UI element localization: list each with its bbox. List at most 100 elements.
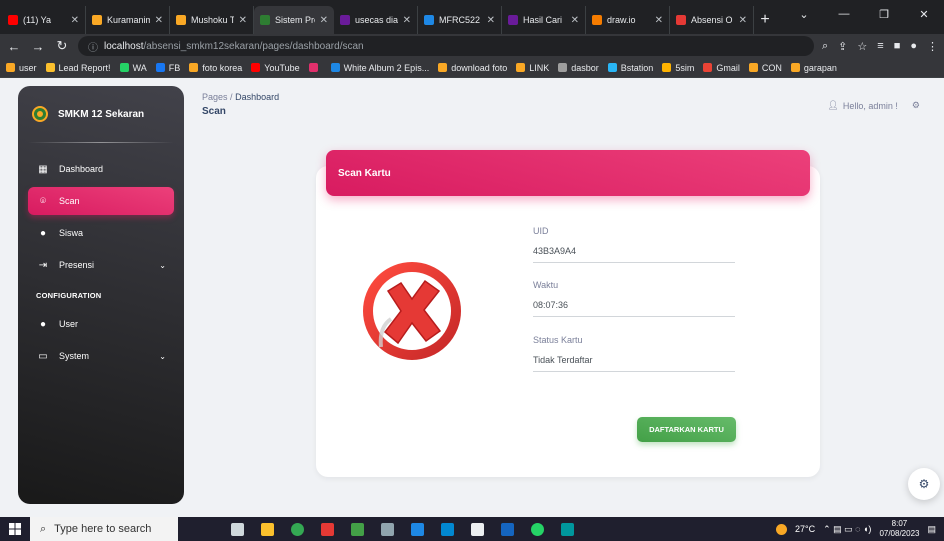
whatsapp-icon[interactable] (524, 517, 550, 541)
taskbar-search[interactable]: ⌕ Type here to search (30, 517, 178, 541)
uid-value: 43B3A9A4 (533, 246, 735, 263)
tab-close-icon[interactable]: ✕ (71, 15, 79, 26)
bookmark-label: Lead Report! (58, 62, 111, 73)
register-card-button[interactable]: DAFTARKAN KARTU (637, 417, 736, 442)
bookmark-1[interactable]: Lead Report! (45, 62, 111, 73)
bookmark-3[interactable]: FB (155, 63, 180, 73)
share-icon[interactable]: ⇪ (838, 40, 847, 53)
sidepanel-icon[interactable]: ■ (894, 40, 901, 53)
browser-tab-3[interactable]: Sistem Pre ✕ (254, 6, 334, 34)
tab-close-icon[interactable]: ✕ (239, 15, 247, 26)
tab-close-icon[interactable]: ✕ (487, 15, 495, 26)
app-icon-1[interactable] (314, 517, 340, 541)
breadcrumb-current: Dashboard (235, 92, 280, 102)
bookmark-4[interactable]: foto korea (189, 63, 242, 73)
maximize-button[interactable]: ❐ (864, 0, 904, 28)
settings-gear-icon[interactable]: ⚙ (912, 100, 920, 111)
app-icon-4[interactable] (404, 517, 430, 541)
bookmark-label: download foto (451, 62, 508, 73)
minimize-button[interactable]: — (824, 0, 864, 28)
tray-icons[interactable]: ⌃ ▤ ▭ ◌ ◖) (823, 524, 871, 535)
search-icon: ⌕ (40, 522, 47, 535)
status-label: Status Kartu (533, 335, 583, 345)
chrome-icon[interactable] (284, 517, 310, 541)
new-tab-button[interactable]: + (754, 6, 776, 34)
bookmark-12[interactable]: 5sim (662, 63, 694, 73)
file-explorer-icon[interactable] (254, 517, 280, 541)
tab-close-icon[interactable]: ✕ (320, 15, 328, 26)
profile-avatar[interactable]: ● (910, 40, 917, 53)
bookmark-10[interactable]: dasbor (558, 63, 599, 73)
bookmark-9[interactable]: LINK (516, 63, 549, 73)
tab-close-icon[interactable]: ✕ (655, 15, 663, 26)
brand[interactable]: SMKM 12 Sekaran (28, 86, 174, 142)
browser-tab-4[interactable]: usecas dia ✕ (334, 6, 418, 34)
app-icon-3[interactable] (374, 517, 400, 541)
chevron-down-icon: ⌄ (159, 260, 166, 270)
app-icon-2[interactable] (344, 517, 370, 541)
bookmark-13[interactable]: Gmail (703, 63, 740, 73)
sidebar-item-scan[interactable]: ⌾ Scan (28, 187, 174, 215)
bookmark-5[interactable]: YouTube (251, 62, 300, 73)
tab-close-icon[interactable]: ✕ (155, 15, 163, 26)
uid-label: UID (533, 226, 549, 236)
app-icon-5[interactable] (464, 517, 490, 541)
bookmark-6[interactable] (308, 63, 322, 72)
bookmark-15[interactable]: garapan (790, 63, 837, 73)
breadcrumb-pages[interactable]: Pages (202, 92, 228, 102)
browser-tab-5[interactable]: MFRC522 ✕ (418, 6, 502, 34)
temperature[interactable]: 27°C (795, 524, 815, 534)
bookmark-0[interactable]: user (6, 63, 37, 73)
sidebar-item-user[interactable]: ● User (28, 310, 174, 338)
forward-arrow-icon[interactable]: → (30, 39, 46, 54)
bookmark-label: LINK (529, 62, 550, 73)
browser-tab-0[interactable]: (11) Ya ✕ (2, 6, 86, 34)
tab-favicon-icon (260, 15, 270, 25)
browser-tab-1[interactable]: Kuramanime ✕ (86, 6, 170, 34)
bookmark-icon (703, 63, 713, 72)
bookmark-8[interactable]: download foto (438, 63, 507, 73)
word-icon[interactable] (494, 517, 520, 541)
brand-name: SMKM 12 Sekaran (58, 108, 145, 120)
browser-tab-2[interactable]: Mushoku T ✕ (170, 6, 254, 34)
vscode-icon[interactable] (434, 517, 460, 541)
settings-fab-gear-icon[interactable]: ⚙ (908, 468, 940, 500)
clock[interactable]: 8:07 07/08/2023 (879, 519, 919, 539)
reload-icon[interactable]: ↻ (54, 38, 70, 54)
zoom-icon[interactable]: ⌕ (822, 40, 828, 53)
windows-start-icon[interactable] (0, 517, 30, 541)
notification-icon[interactable]: ▤ (927, 524, 936, 535)
window-controls: ⌄ — ❐ ✕ (784, 0, 944, 28)
task-view-icon[interactable] (224, 517, 250, 541)
arduino-icon[interactable] (554, 517, 580, 541)
bookmark-2[interactable]: WA (119, 63, 147, 73)
reading-list-icon[interactable]: ≡ (877, 40, 883, 53)
bookmark-7[interactable]: White Album 2 Epis... (330, 63, 429, 73)
tab-favicon-icon (92, 15, 102, 25)
bookmark-11[interactable]: Bstation (607, 63, 653, 73)
address-bar[interactable]: ⓘ localhost/absensi_smkm12sekaran/pages/… (78, 36, 814, 56)
sidebar-item-system[interactable]: ▭ System ⌄ (28, 342, 174, 370)
browser-tab-7[interactable]: draw.io ✕ (586, 6, 670, 34)
user-greeting[interactable]: 👤︎ Hello, admin ! (827, 100, 897, 111)
bookmark-label: YouTube (264, 62, 300, 73)
back-arrow-icon[interactable]: ← (6, 39, 22, 54)
sidebar-item-presensi[interactable]: ⇥ Presensi ⌄ (28, 251, 174, 279)
tab-close-icon[interactable]: ✕ (571, 15, 579, 26)
browser-tab-8[interactable]: Absensi O ✕ (670, 6, 754, 34)
info-icon[interactable]: ⓘ (88, 39, 98, 54)
dashboard-icon: ▦ (38, 163, 48, 175)
bookmark-icon (438, 63, 448, 72)
bookmark-14[interactable]: CON (748, 63, 782, 73)
close-window-button[interactable]: ✕ (904, 0, 944, 28)
sidebar-item-dashboard[interactable]: ▦ Dashboard (28, 155, 174, 183)
tab-search-icon[interactable]: ⌄ (784, 0, 824, 28)
sidebar-item-label: Dashboard (59, 164, 104, 174)
tab-close-icon[interactable]: ✕ (739, 15, 747, 26)
tab-close-icon[interactable]: ✕ (403, 15, 411, 26)
menu-icon[interactable]: ⋮ (927, 40, 938, 53)
star-icon[interactable]: ☆ (857, 40, 867, 53)
browser-tab-6[interactable]: Hasil Cari ✕ (502, 6, 586, 34)
sidebar-item-siswa[interactable]: ● Siswa (28, 219, 174, 247)
school-logo-icon (32, 106, 48, 122)
